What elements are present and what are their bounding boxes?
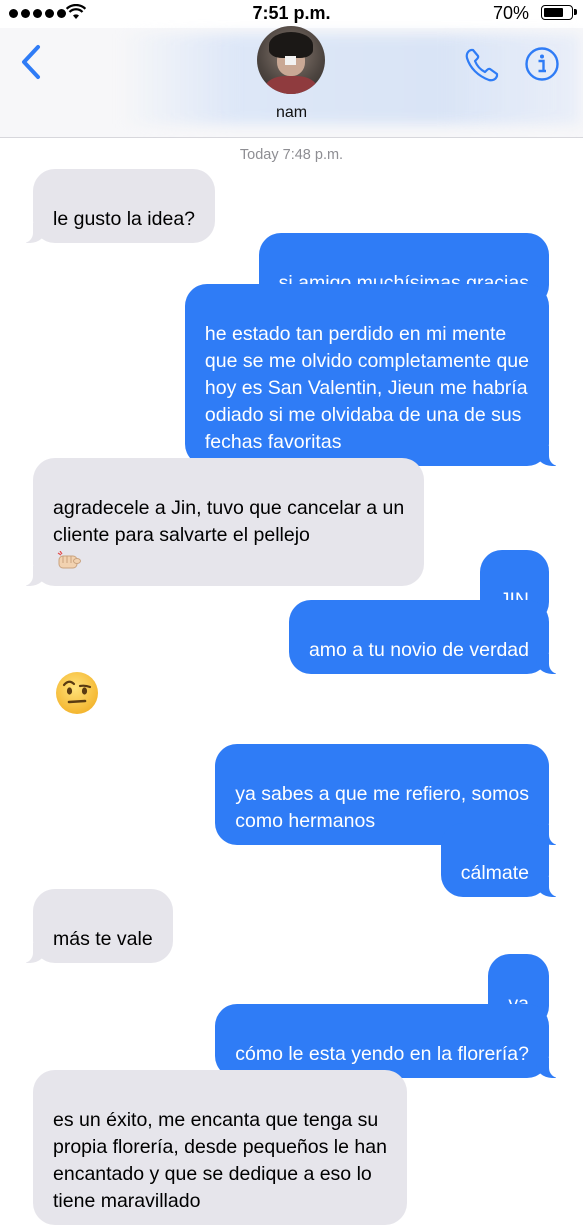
battery-percent: 70% (492, 3, 529, 23)
incoming-message[interactable]: es un éxito, me encanta que tenga su pro… (33, 1070, 407, 1225)
message-text: he estado tan perdido en mi mente que se… (204, 323, 529, 453)
phone-icon[interactable] (463, 46, 501, 84)
thread-timestamp: Today 7:48 p.m. (239, 147, 344, 163)
status-bar: 7:51 p.m. 70% (0, 0, 583, 28)
outgoing-message[interactable]: he estado tan perdido en mi mente que se… (184, 284, 562, 466)
incoming-message[interactable]: agradecele a Jin, tuvo que cancelar a un… (20, 458, 425, 586)
back-chevron-icon[interactable] (18, 44, 44, 80)
raised-eyebrow-emoji-icon[interactable] (55, 671, 99, 715)
outgoing-message[interactable]: amo a tu novio de verdad (288, 600, 562, 674)
message-thread[interactable]: Today 7:48 p.m. le gusto la idea? si ami… (0, 138, 583, 1225)
incoming-message[interactable]: le gusto la idea? (20, 169, 216, 243)
fist-icon (57, 551, 81, 569)
message-text: más te vale (53, 928, 153, 950)
outgoing-message[interactable]: cálmate (440, 823, 562, 897)
message-text: cómo le esta yendo en la florería? (235, 1043, 529, 1065)
outgoing-message[interactable]: cómo le esta yendo en la florería? (215, 1004, 561, 1078)
battery-icon (541, 5, 577, 20)
message-text: agradecele a Jin, tuvo que cancelar a un… (53, 497, 405, 546)
conversation-header: nam (0, 26, 583, 138)
incoming-message[interactable]: más te vale (21, 889, 173, 963)
message-text: le gusto la idea? (53, 208, 196, 230)
contact-name[interactable]: nam (0, 104, 583, 122)
message-text: es un éxito, me encanta que tenga su pro… (53, 1109, 387, 1212)
message-text: amo a tu novio de verdad (308, 639, 529, 661)
message-text: cálmate (460, 862, 529, 884)
avatar[interactable] (257, 26, 325, 94)
info-icon[interactable] (524, 46, 560, 82)
